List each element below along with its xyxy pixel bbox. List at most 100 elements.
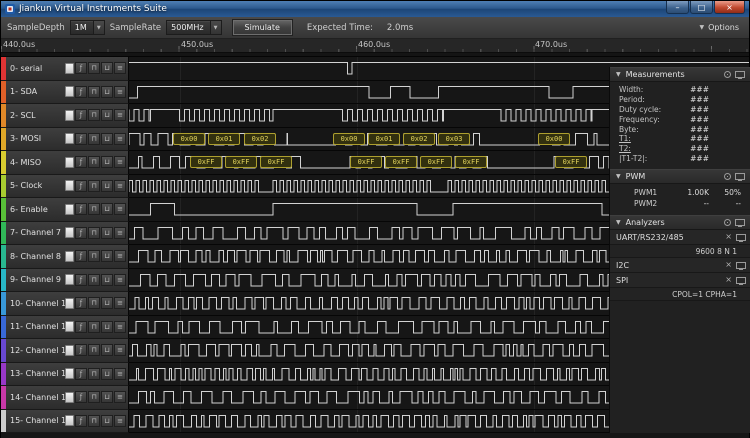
trigger-low-button[interactable]: ≡ — [114, 368, 126, 380]
trigger-rising-button[interactable]: ƒ — [75, 109, 87, 121]
probe-toggle[interactable] — [65, 157, 74, 168]
trigger-rising-button[interactable]: ƒ — [75, 321, 87, 333]
close-button[interactable]: × — [714, 1, 745, 14]
trigger-rising-button[interactable]: ƒ — [75, 62, 87, 74]
trigger-low-button[interactable]: ≡ — [114, 109, 126, 121]
channel-header[interactable]: 0- serial ƒ⊓⊔≡ — [1, 57, 129, 81]
trigger-rising-button[interactable]: ƒ — [75, 344, 87, 356]
trigger-rising-button[interactable]: ƒ — [75, 368, 87, 380]
trigger-high-button[interactable]: ⊔ — [101, 86, 113, 98]
simulate-button[interactable]: Simulate — [233, 20, 292, 35]
channel-header[interactable]: 5- Clock ƒ⊓⊔≡ — [1, 175, 129, 199]
maximize-button[interactable]: □ — [690, 1, 713, 14]
trigger-falling-button[interactable]: ⊓ — [88, 180, 100, 192]
probe-toggle[interactable] — [65, 392, 74, 403]
sample-depth-dropdown[interactable]: 1M ▼ — [70, 20, 105, 35]
trigger-high-button[interactable]: ⊔ — [101, 62, 113, 74]
analyzers-section-header[interactable]: ▼ Analyzers — [610, 215, 750, 230]
analyzer-display-icon[interactable] — [736, 277, 746, 284]
trigger-low-button[interactable]: ≡ — [114, 203, 126, 215]
trigger-falling-button[interactable]: ⊓ — [88, 86, 100, 98]
options-button[interactable]: ▼ Options — [700, 23, 744, 32]
trigger-low-button[interactable]: ≡ — [114, 133, 126, 145]
trigger-low-button[interactable]: ≡ — [114, 250, 126, 262]
trigger-low-button[interactable]: ≡ — [114, 344, 126, 356]
snapshot-icon[interactable] — [724, 71, 731, 78]
trigger-high-button[interactable]: ⊔ — [101, 344, 113, 356]
probe-toggle[interactable] — [65, 368, 74, 379]
trigger-rising-button[interactable]: ƒ — [75, 180, 87, 192]
trigger-low-button[interactable]: ≡ — [114, 156, 126, 168]
channel-header[interactable]: 12- Channel 12 ƒ⊓⊔≡ — [1, 339, 129, 363]
channel-header[interactable]: 9- Channel 9 ƒ⊓⊔≡ — [1, 269, 129, 293]
trigger-low-button[interactable]: ≡ — [114, 321, 126, 333]
measurements-section-header[interactable]: ▼ Measurements — [610, 67, 750, 82]
trigger-low-button[interactable]: ≡ — [114, 391, 126, 403]
display-icon[interactable] — [735, 71, 745, 78]
trigger-falling-button[interactable]: ⊓ — [88, 391, 100, 403]
trigger-rising-button[interactable]: ƒ — [75, 86, 87, 98]
channel-header[interactable]: 11- Channel 11 ƒ⊓⊔≡ — [1, 316, 129, 340]
probe-toggle[interactable] — [65, 251, 74, 262]
trigger-high-button[interactable]: ⊔ — [101, 133, 113, 145]
trigger-high-button[interactable]: ⊔ — [101, 156, 113, 168]
trigger-low-button[interactable]: ≡ — [114, 227, 126, 239]
analyzer-display-icon[interactable] — [736, 234, 746, 241]
trigger-low-button[interactable]: ≡ — [114, 274, 126, 286]
trigger-rising-button[interactable]: ƒ — [75, 156, 87, 168]
trigger-rising-button[interactable]: ƒ — [75, 415, 87, 427]
trigger-falling-button[interactable]: ⊓ — [88, 109, 100, 121]
trigger-falling-button[interactable]: ⊓ — [88, 344, 100, 356]
probe-toggle[interactable] — [65, 227, 74, 238]
trigger-falling-button[interactable]: ⊓ — [88, 203, 100, 215]
trigger-rising-button[interactable]: ƒ — [75, 250, 87, 262]
trigger-rising-button[interactable]: ƒ — [75, 203, 87, 215]
trigger-rising-button[interactable]: ƒ — [75, 391, 87, 403]
sample-rate-dropdown[interactable]: 500MHz ▼ — [166, 20, 221, 35]
probe-toggle[interactable] — [65, 63, 74, 74]
probe-toggle[interactable] — [65, 415, 74, 426]
trigger-falling-button[interactable]: ⊓ — [88, 274, 100, 286]
time-ruler[interactable]: 440.0us450.0us460.0us470.0us — [1, 39, 749, 53]
measurement-label[interactable]: T2: — [619, 144, 631, 153]
trigger-rising-button[interactable]: ƒ — [75, 227, 87, 239]
analyzer-display-icon[interactable] — [736, 262, 746, 269]
trigger-low-button[interactable]: ≡ — [114, 86, 126, 98]
trigger-falling-button[interactable]: ⊓ — [88, 415, 100, 427]
probe-toggle[interactable] — [65, 86, 74, 97]
trigger-low-button[interactable]: ≡ — [114, 415, 126, 427]
probe-toggle[interactable] — [65, 345, 74, 356]
trigger-falling-button[interactable]: ⊓ — [88, 297, 100, 309]
trigger-rising-button[interactable]: ƒ — [75, 133, 87, 145]
channel-header[interactable]: 10- Channel 10 ƒ⊓⊔≡ — [1, 292, 129, 316]
channel-header[interactable]: 7- Channel 7 ƒ⊓⊔≡ — [1, 222, 129, 246]
analyzer-row[interactable]: SPI× — [610, 273, 750, 288]
trigger-falling-button[interactable]: ⊓ — [88, 250, 100, 262]
trigger-rising-button[interactable]: ƒ — [75, 297, 87, 309]
trigger-falling-button[interactable]: ⊓ — [88, 321, 100, 333]
probe-toggle[interactable] — [65, 110, 74, 121]
trigger-low-button[interactable]: ≡ — [114, 62, 126, 74]
probe-toggle[interactable] — [65, 180, 74, 191]
trigger-high-button[interactable]: ⊔ — [101, 391, 113, 403]
analyzer-remove-icon[interactable]: × — [725, 233, 732, 241]
channel-header[interactable]: 6- Enable ƒ⊓⊔≡ — [1, 198, 129, 222]
channel-header[interactable]: 14- Channel 14 ƒ⊓⊔≡ — [1, 386, 129, 410]
trigger-low-button[interactable]: ≡ — [114, 297, 126, 309]
analyzer-remove-icon[interactable]: × — [725, 276, 732, 284]
trigger-high-button[interactable]: ⊔ — [101, 297, 113, 309]
trigger-high-button[interactable]: ⊔ — [101, 368, 113, 380]
analyzer-row[interactable]: I2C× — [610, 258, 750, 273]
channel-header[interactable]: 4- MISO ƒ⊓⊔≡ — [1, 151, 129, 175]
trigger-falling-button[interactable]: ⊓ — [88, 368, 100, 380]
analyzer-row[interactable]: UART/RS232/485× — [610, 230, 750, 245]
trigger-high-button[interactable]: ⊔ — [101, 227, 113, 239]
snapshot-icon[interactable] — [724, 173, 731, 180]
trigger-high-button[interactable]: ⊔ — [101, 415, 113, 427]
display-icon[interactable] — [735, 173, 745, 180]
trigger-falling-button[interactable]: ⊓ — [88, 156, 100, 168]
probe-toggle[interactable] — [65, 204, 74, 215]
trigger-falling-button[interactable]: ⊓ — [88, 133, 100, 145]
measurement-label[interactable]: T1: — [619, 134, 631, 143]
minimize-button[interactable]: – — [666, 1, 689, 14]
